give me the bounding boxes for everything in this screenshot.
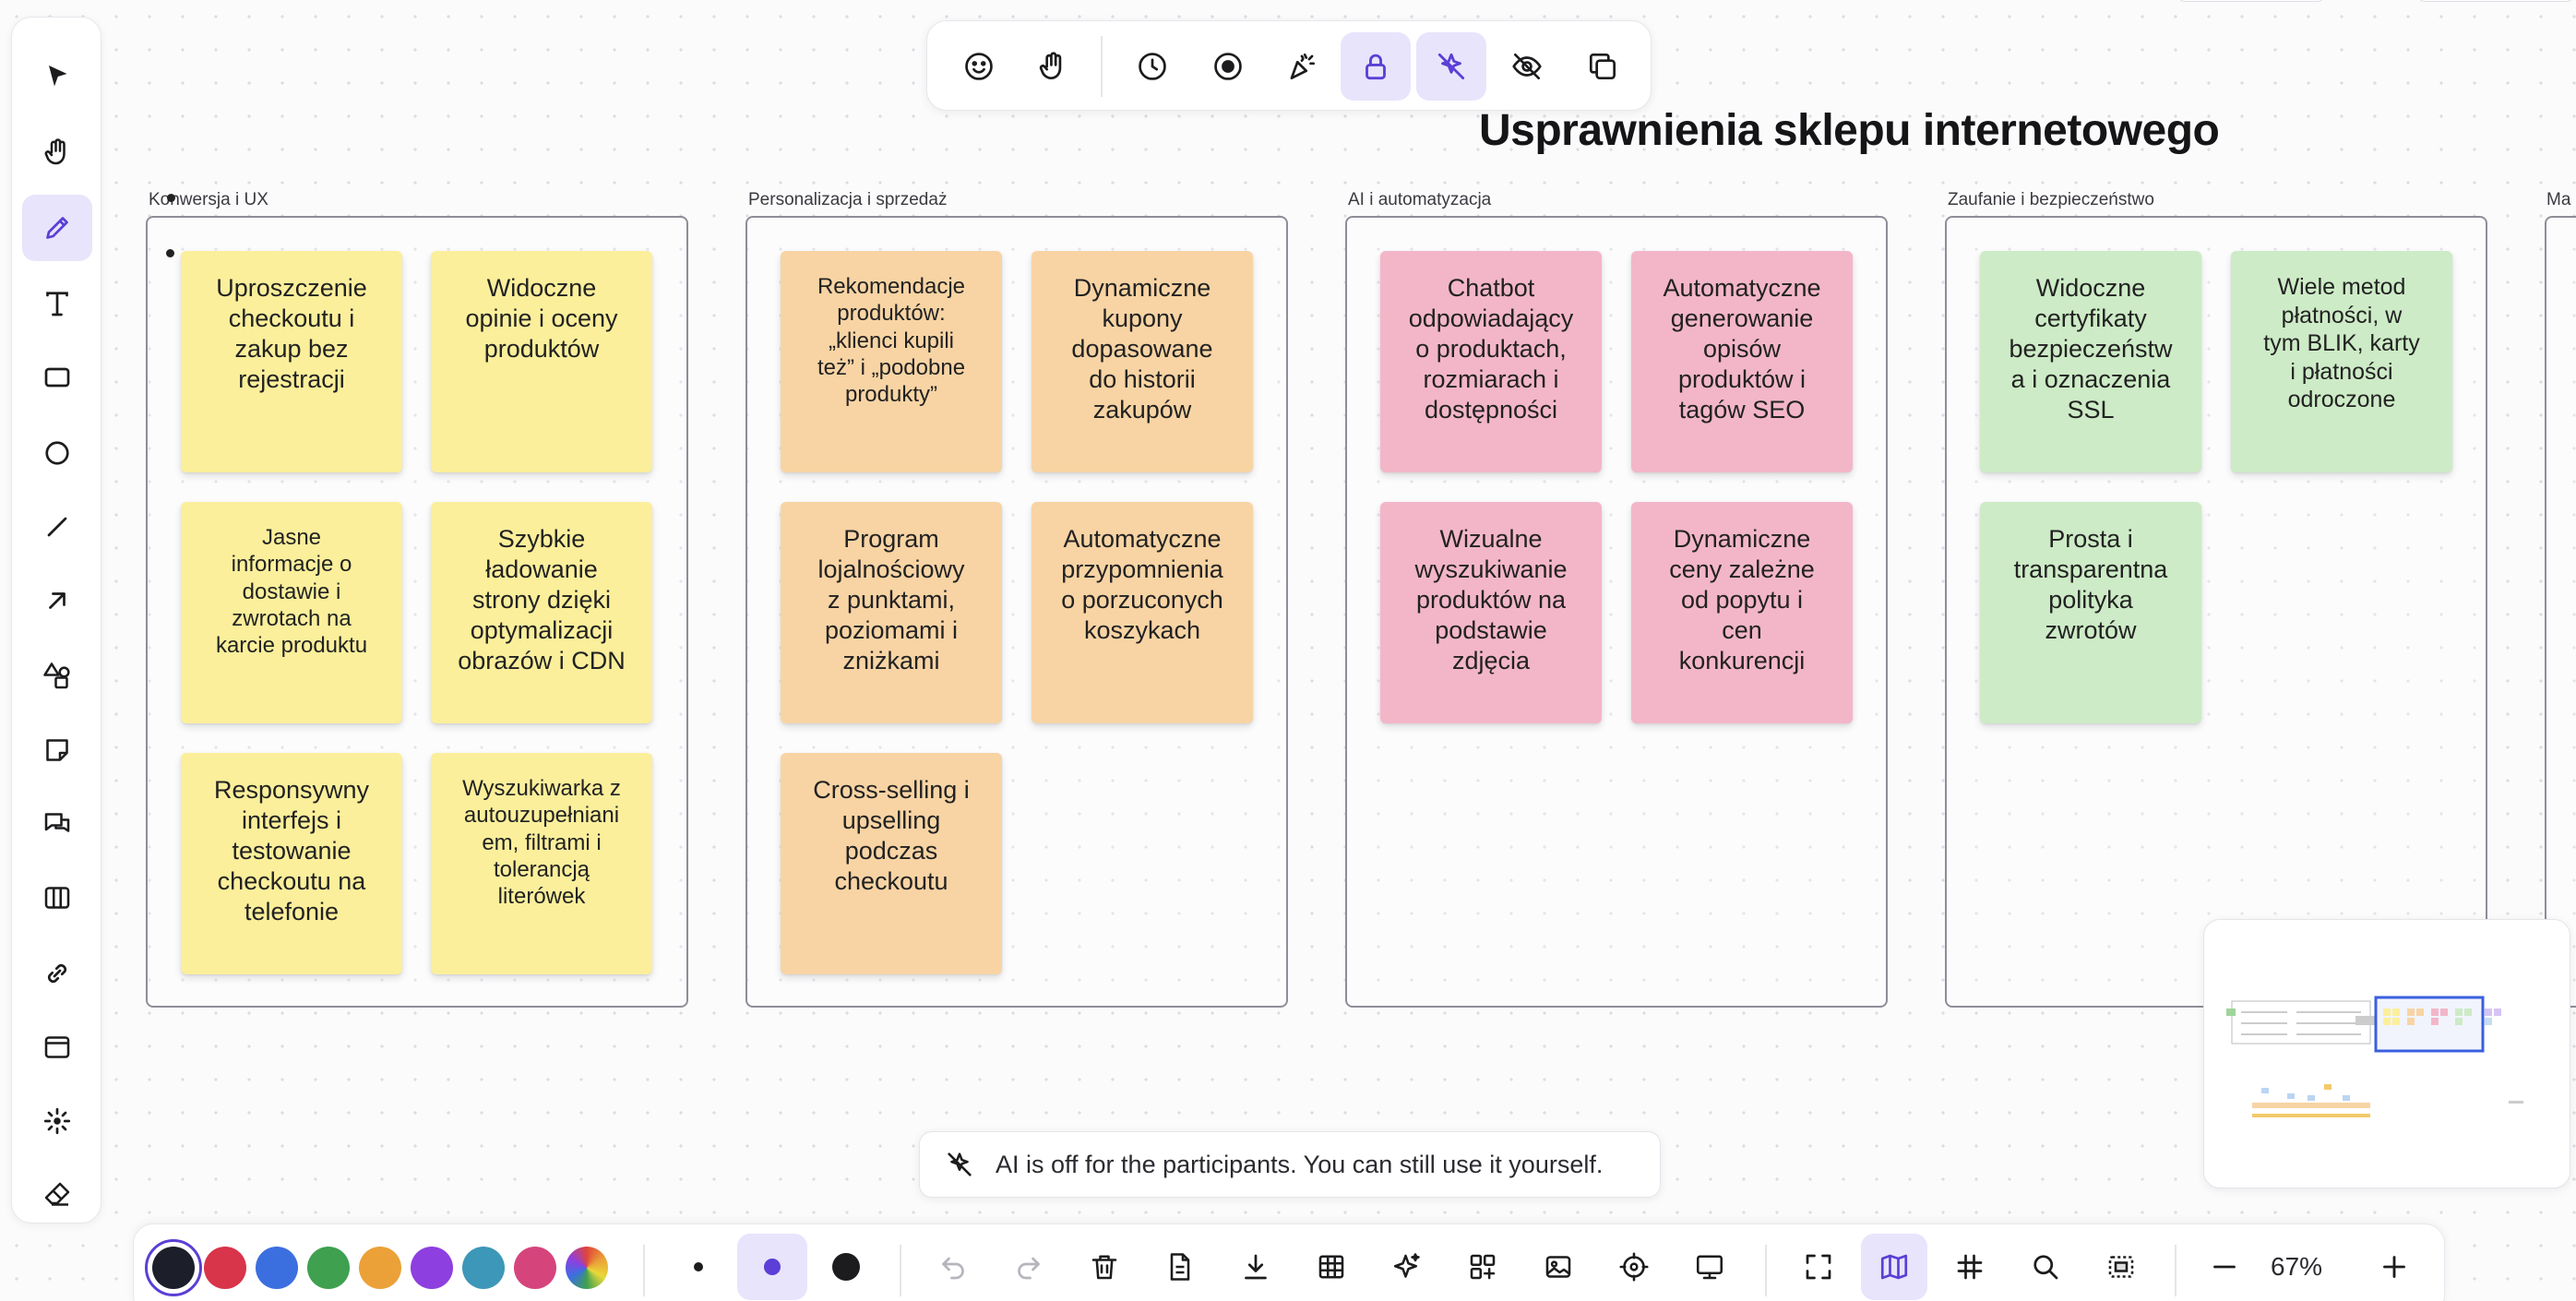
minimap[interactable] (2203, 919, 2570, 1188)
eraser-icon[interactable] (22, 1162, 92, 1228)
sticky-note[interactable]: Widoczne certyfikaty bezpieczeństw a i o… (1980, 251, 2201, 472)
ai-off-icon (948, 1152, 972, 1176)
link-icon[interactable] (22, 940, 92, 1007)
zoom-out-icon[interactable] (2191, 1234, 2258, 1300)
ai-off-toast: AI is off for the participants. You can … (919, 1131, 1661, 1198)
sticky-note[interactable]: Responsywny interfejs i testowanie check… (181, 753, 402, 974)
redo-icon[interactable] (996, 1234, 1062, 1300)
selection-dot (166, 249, 174, 257)
sticky-note[interactable]: Wizualne wyszukiwanie produktów na podst… (1380, 502, 1602, 723)
sticky-note[interactable]: Prosta i transparentna polityka zwrotów (1980, 502, 2201, 723)
frame-label: AI i automatyzacja (1348, 190, 1492, 209)
ai-off-icon[interactable] (1416, 32, 1486, 101)
duplicate-icon[interactable] (1568, 32, 1638, 101)
minimap-content (2226, 996, 2523, 1117)
celebrate-icon[interactable] (1267, 32, 1337, 101)
toolbar-separator (643, 1245, 645, 1296)
image-icon[interactable] (1525, 1234, 1592, 1300)
sticky-note[interactable]: Uproszczenie checkoutu i zakup bez rejes… (181, 251, 402, 472)
shapes-icon[interactable] (22, 643, 92, 710)
zoom-level[interactable]: 67% (2271, 1252, 2322, 1282)
line-icon[interactable] (22, 494, 92, 560)
left-toolbar (11, 17, 101, 1223)
bottom-toolbar: 67% (133, 1223, 2445, 1301)
arrow-icon[interactable] (22, 567, 92, 634)
sticky-note[interactable]: Dynamiczne kupony dopasowane do historii… (1032, 251, 1253, 472)
select-area-icon[interactable] (2088, 1234, 2154, 1300)
color-swatch-teal[interactable] (462, 1247, 505, 1289)
hand-icon[interactable] (22, 119, 92, 185)
color-swatch-purple[interactable] (411, 1247, 453, 1289)
toolbar-separator (900, 1245, 901, 1296)
emoji-icon[interactable] (944, 32, 1014, 101)
stroke-size-medium[interactable] (737, 1234, 807, 1300)
grid-icon[interactable] (1937, 1234, 2003, 1300)
top-toolbar (926, 20, 1652, 111)
stroke-size-large[interactable] (811, 1234, 881, 1300)
sticky-note[interactable]: Automatyczne przypomnienia o porzuconych… (1032, 502, 1253, 723)
rectangle-icon[interactable] (22, 344, 92, 411)
selection-dot (167, 194, 175, 202)
sticky-note[interactable]: Dynamiczne ceny zależne od popytu i cen … (1631, 502, 1853, 723)
delete-icon[interactable] (1071, 1234, 1138, 1300)
sticky-note[interactable]: Szybkie ładowanie strony dzięki optymali… (431, 502, 652, 723)
frame-label: Personalizacja i sprzedaż (748, 190, 948, 209)
select-icon[interactable] (22, 43, 92, 110)
color-swatch-black[interactable] (145, 1239, 202, 1296)
toast-message: AI is off for the participants. You can … (996, 1150, 1604, 1178)
sticky-note[interactable]: Widoczne opinie i oceny produktów (431, 251, 652, 472)
laser-icon[interactable] (22, 1088, 92, 1154)
custom-color-picker[interactable] (566, 1247, 608, 1289)
ellipse-icon[interactable] (22, 420, 92, 486)
frame-label: Ma (2546, 190, 2571, 209)
timer-icon[interactable] (1117, 32, 1187, 101)
top-right-control[interactable] (2177, 0, 2325, 2)
text-icon[interactable] (22, 270, 92, 337)
top-right-control[interactable] (2417, 0, 2574, 2)
sticky-note[interactable]: Program lojalnościowy z punktami, poziom… (781, 502, 1002, 723)
document-icon[interactable] (1147, 1234, 1213, 1300)
toolbar-separator (2175, 1245, 2176, 1296)
map-icon[interactable] (1861, 1234, 1927, 1300)
sticky-note[interactable]: Cross-selling i upselling podczas checko… (781, 753, 1002, 974)
stroke-size-small[interactable] (663, 1234, 733, 1300)
frame-partial[interactable] (2545, 216, 2576, 1008)
pencil-icon[interactable] (22, 195, 92, 261)
color-swatch-pink[interactable] (514, 1247, 556, 1289)
table-icon[interactable] (22, 865, 92, 931)
board-title: Usprawnienia sklepu internetowego (1479, 106, 2220, 155)
fullscreen-icon[interactable] (1785, 1234, 1852, 1300)
download-icon[interactable] (1222, 1234, 1289, 1300)
sticky-note[interactable]: Chatbot odpowiadający o produktach, rozm… (1380, 251, 1602, 472)
hide-icon[interactable] (1492, 32, 1562, 101)
sticky-note[interactable]: Wyszukiwarka z autouzupełniani em, filtr… (431, 753, 652, 974)
undo-icon[interactable] (920, 1234, 986, 1300)
color-swatch-orange[interactable] (359, 1247, 401, 1289)
frame-icon[interactable] (22, 1014, 92, 1080)
sticky-note[interactable]: Wiele metod płatności, w tym BLIK, karty… (2231, 251, 2452, 472)
color-swatch-red[interactable] (204, 1247, 246, 1289)
record-icon[interactable] (1193, 32, 1263, 101)
comment-icon[interactable] (22, 791, 92, 857)
zoom-in-icon[interactable] (2361, 1234, 2427, 1300)
present-icon[interactable] (1676, 1234, 1743, 1300)
frame-label: Konwersja i UX (149, 190, 268, 209)
add-apps-icon[interactable] (1449, 1234, 1516, 1300)
sticky-note[interactable]: Jasne informacje o dostawie i zwrotach n… (181, 502, 402, 723)
search-icon[interactable] (2012, 1234, 2079, 1300)
lock-icon[interactable] (1341, 32, 1411, 101)
table-icon[interactable] (1298, 1234, 1365, 1300)
toolbar-separator (1765, 1245, 1767, 1296)
locate-icon[interactable] (1601, 1234, 1667, 1300)
whiteboard-canvas[interactable]: Usprawnienia sklepu internetowego Konwer… (0, 0, 2576, 1301)
frame-label: Zaufanie i bezpieczeństwo (1948, 190, 2154, 209)
color-swatch-blue[interactable] (256, 1247, 298, 1289)
sticky-note[interactable]: Automatyczne generowanie opisów produktó… (1631, 251, 1853, 472)
toolbar-separator (1101, 36, 1103, 97)
color-swatch-green[interactable] (307, 1247, 350, 1289)
hand-raise-icon[interactable] (1018, 32, 1088, 101)
sticky-note[interactable]: Rekomendacje produktów: „klienci kupili … (781, 251, 1002, 472)
sticky-note-icon[interactable] (22, 717, 92, 783)
ai-sparkle-icon[interactable] (1374, 1234, 1440, 1300)
